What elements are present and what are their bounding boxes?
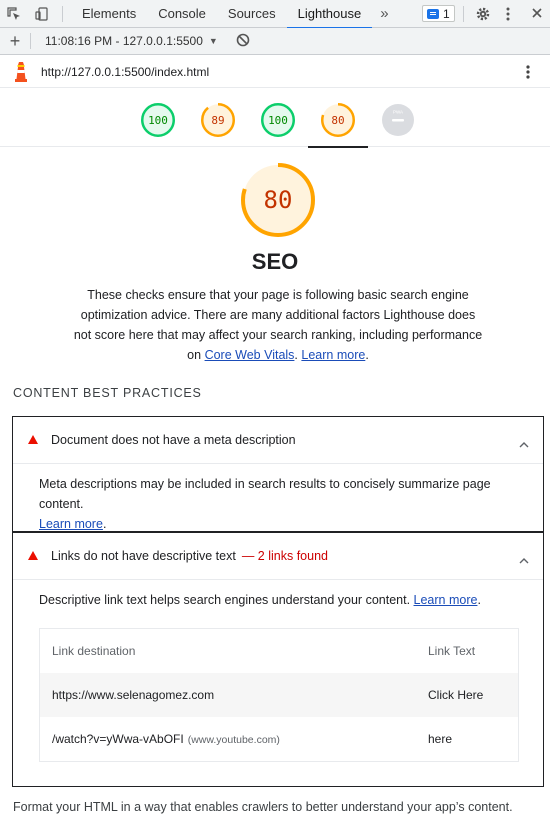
score-gauge-seo[interactable]: 80 xyxy=(321,103,355,137)
report-url-bar: http://127.0.0.1:5500/index.html xyxy=(0,56,550,88)
audit-title: Links do not have descriptive text — 2 li… xyxy=(51,549,328,563)
audit-description: Meta descriptions may be included in sea… xyxy=(13,464,543,534)
clear-all-icon[interactable] xyxy=(236,33,250,50)
devtools-tabbar: Elements Console Sources Lighthouse » 1 xyxy=(0,0,550,29)
audit-description-text: . xyxy=(102,517,107,531)
issues-icon xyxy=(427,8,439,19)
score-gauge-accessibility[interactable]: 89 xyxy=(201,103,235,137)
chevron-up-icon[interactable] xyxy=(519,435,529,453)
pwa-badge-label: PWA xyxy=(393,110,403,115)
report-url-link[interactable]: http://127.0.0.1:5500/index.html xyxy=(41,65,209,79)
close-devtools-icon[interactable] xyxy=(530,6,544,25)
report-tools-kebab-icon[interactable] xyxy=(526,64,530,85)
lighthouse-toolbar: + 11:08:16 PM - 127.0.0.1:5500 ▼ xyxy=(0,28,550,55)
description-line: These checks ensure that your page is fo… xyxy=(87,288,469,302)
score-gauges-row: 100 89 100 80 PWA xyxy=(0,89,550,148)
table-header: Link destination Link Text xyxy=(40,629,518,673)
audit-description-text: Meta descriptions may be included in sea… xyxy=(39,477,491,511)
toolbar-divider xyxy=(30,33,31,49)
issues-counter-button[interactable]: 1 xyxy=(422,5,455,22)
report-selector-label: 11:08:16 PM - 127.0.0.1:5500 xyxy=(45,34,203,48)
chevron-down-icon: ▼ xyxy=(208,36,218,46)
active-category-indicator xyxy=(308,146,368,148)
audit-display-value: — 2 links found xyxy=(241,549,328,563)
audit-meta-description: Document does not have a meta descriptio… xyxy=(12,416,544,532)
settings-gear-icon[interactable] xyxy=(475,6,491,27)
learn-more-link[interactable]: Learn more xyxy=(301,348,365,362)
report-selector[interactable]: 11:08:16 PM - 127.0.0.1:5500 ▼ xyxy=(45,34,218,48)
tab-lighthouse[interactable]: Lighthouse xyxy=(286,0,373,29)
description-line: optimization advice. There are many addi… xyxy=(80,308,476,322)
audit-description: Descriptive link text helps search engin… xyxy=(13,580,543,610)
table-row: https://www.selenagomez.com Click Here xyxy=(40,673,518,717)
audit-description-text: . xyxy=(477,593,481,607)
column-header: Link Text xyxy=(428,644,476,658)
tab-elements[interactable]: Elements xyxy=(71,0,147,28)
link-destination-url: https://www.selenagomez.com xyxy=(52,688,215,702)
table-row: /watch?v=yWwa-vAbOFI (www.youtube.com) he… xyxy=(40,717,518,761)
description-text: . xyxy=(294,348,298,362)
toolbar-divider xyxy=(463,6,464,22)
chevron-up-icon[interactable] xyxy=(519,551,529,569)
details-table: Link destination Link Text https://www.s… xyxy=(39,628,519,762)
score-value: 80 xyxy=(331,113,345,127)
score-value: 89 xyxy=(211,113,225,127)
core-web-vitals-link[interactable]: Core Web Vitals xyxy=(205,348,295,362)
fail-triangle-icon xyxy=(28,551,38,560)
description-text: on xyxy=(187,348,205,362)
description-line: not score here that may affect your sear… xyxy=(73,328,483,342)
category-title: SEO xyxy=(251,249,299,274)
issues-count: 1 xyxy=(443,6,450,21)
column-header: Link destination xyxy=(52,644,136,658)
learn-more-link[interactable]: Learn more xyxy=(39,517,103,531)
fail-triangle-icon xyxy=(28,435,38,444)
new-report-button[interactable]: + xyxy=(0,31,30,52)
link-host: (www.youtube.com) xyxy=(187,734,280,746)
audit-header[interactable]: Links do not have descriptive text — 2 li… xyxy=(13,533,543,579)
seo-score-gauge: 80 xyxy=(241,163,315,237)
link-destination[interactable]: https://www.selenagomez.com xyxy=(52,688,214,702)
link-text-value: Click Here xyxy=(428,688,484,702)
customize-devtools-kebab-icon[interactable] xyxy=(506,6,510,27)
category-description: These checks ensure that your page is fo… xyxy=(70,285,486,365)
score-gauge-performance[interactable]: 100 xyxy=(141,103,175,137)
audit-description-text: Descriptive link text helps search engin… xyxy=(39,593,414,607)
description-line: on Core Web Vitals. Learn more. xyxy=(70,345,486,365)
link-text-value: here xyxy=(428,732,453,746)
lighthouse-logo-icon xyxy=(13,62,29,87)
audit-title-text: Links do not have descriptive text xyxy=(51,549,236,563)
audit-header[interactable]: Document does not have a meta descriptio… xyxy=(13,417,543,463)
link-destination[interactable]: /watch?v=yWwa-vAbOFI (www.youtube.com) xyxy=(52,732,280,746)
learn-more-link[interactable]: Learn more xyxy=(414,593,478,607)
audit-group-title: CONTENT BEST PRACTICES xyxy=(13,386,202,400)
score-value: 100 xyxy=(268,113,288,127)
audit-link-text: Links do not have descriptive text — 2 li… xyxy=(12,532,544,787)
device-toolbar-icon[interactable] xyxy=(28,0,56,28)
pwa-badge-icon: PWA xyxy=(382,104,414,136)
tab-console[interactable]: Console xyxy=(147,0,217,28)
toolbar-divider xyxy=(62,5,63,22)
inspect-element-icon[interactable] xyxy=(0,0,28,28)
audit-group-description: Format your HTML in a way that enables c… xyxy=(13,800,513,814)
score-value: 100 xyxy=(148,113,168,127)
more-tabs-button[interactable]: » xyxy=(372,5,396,22)
audit-title: Document does not have a meta descriptio… xyxy=(51,433,296,447)
link-destination-url: /watch?v=yWwa-vAbOFI xyxy=(52,732,184,746)
score-gauge-best-practices[interactable]: 100 xyxy=(261,103,295,137)
description-text: . xyxy=(365,348,369,362)
tab-sources[interactable]: Sources xyxy=(217,0,287,28)
seo-score-value: 80 xyxy=(263,186,293,214)
score-gauge-pwa[interactable]: PWA xyxy=(381,103,415,137)
